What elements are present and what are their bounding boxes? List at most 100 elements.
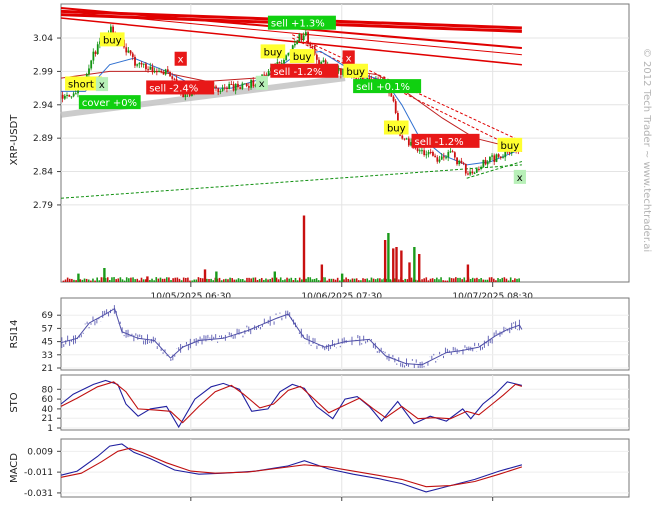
signal-label: x [178,55,184,66]
volume-bar [263,279,265,282]
candle-body [250,80,253,88]
volume-bar [395,247,398,282]
candle-body [160,70,163,73]
candle-body [445,157,448,159]
candle-body [283,59,285,64]
candle-body [74,93,77,95]
volume-bar [163,278,166,282]
volume-bar [431,278,434,282]
volume-bar [203,269,207,282]
volume-bar [410,277,413,282]
candle-body [302,35,305,41]
volume-bar [302,215,306,282]
candle-body [311,45,314,47]
candle-body [140,63,143,65]
volume-bar [421,279,423,282]
macd-tick-label: 0.009 [27,447,53,457]
candle-body [296,41,299,44]
volume-bar [362,278,364,282]
volume-bar [237,278,240,282]
candle-body [458,160,461,165]
candle-body [125,47,128,53]
volume-bar [404,278,406,282]
volume-bar [284,279,286,282]
volume-bar [328,278,331,282]
candle-body [489,156,491,162]
volume-bar [292,280,295,282]
volume-bar [406,279,409,282]
volume-bar [250,278,252,282]
candle-body [241,83,244,89]
volume-bar [332,278,335,282]
volume-bar [103,268,106,282]
candle-body [92,51,95,61]
volume-bar [229,277,231,282]
volume-bar [450,278,453,282]
volume-bar [241,279,244,282]
volume-bar [324,277,326,282]
volume-bar [62,280,65,282]
volume-bar [499,279,501,282]
candle-body [171,76,174,79]
volume-bar [125,277,128,282]
volume-bar [206,278,208,282]
candle-body [318,59,320,65]
candle-body [315,54,318,60]
candle-body [418,150,421,152]
candle-body [142,63,145,65]
candle-body [158,70,161,72]
volume-bar [353,278,356,282]
volume-bar [294,277,297,282]
rsi-axis-label: RSI14 [9,320,20,349]
price-tick-label: 3.04 [33,34,53,44]
volume-bar [98,280,101,282]
volume-bar [305,278,307,282]
volume-bar [488,277,491,282]
volume-bar [138,280,141,282]
candle-body [460,160,463,163]
candle-body [287,52,290,56]
volume-bar [313,278,316,282]
candle-body [394,101,397,114]
volume-bar [220,280,223,282]
volume-bar [471,277,474,282]
volume-bar [113,277,115,282]
volume-bar [96,277,98,282]
volume-bar [334,279,337,282]
signal-label: cover +0% [82,98,137,109]
volume-bar [210,278,212,282]
volume-bar [271,277,274,282]
candle-body [300,34,303,41]
signal-label: buy [387,124,406,135]
volume-bar [349,279,352,282]
volume-bar [457,277,459,282]
candle-body [153,71,156,73]
sto-tick-label: 21 [42,414,53,424]
volume-bar [128,278,130,282]
volume-bar [507,280,510,282]
volume-bar [248,277,250,282]
volume-bar [381,279,383,282]
volume-bar [387,233,390,282]
candle-body [110,26,112,33]
volume-bar [92,278,94,282]
volume-bar [256,280,259,282]
volume-bar [429,278,432,282]
volume-bar [90,280,92,282]
volume-bar [343,279,345,282]
signal-label: x [346,53,352,64]
volume-bar [239,279,242,282]
volume-bar [408,262,411,282]
volume-bar [187,277,189,282]
signal-label: buy [103,35,122,46]
candle-body [493,155,496,162]
volume-bar [119,277,122,282]
volume-bar [189,280,191,282]
volume-bar [85,278,88,282]
volume-bar [134,279,136,282]
volume-bar [296,280,299,282]
volume-bar [360,280,362,282]
candle-body [390,93,393,97]
candle-body [217,88,220,93]
volume-bar [309,277,312,282]
